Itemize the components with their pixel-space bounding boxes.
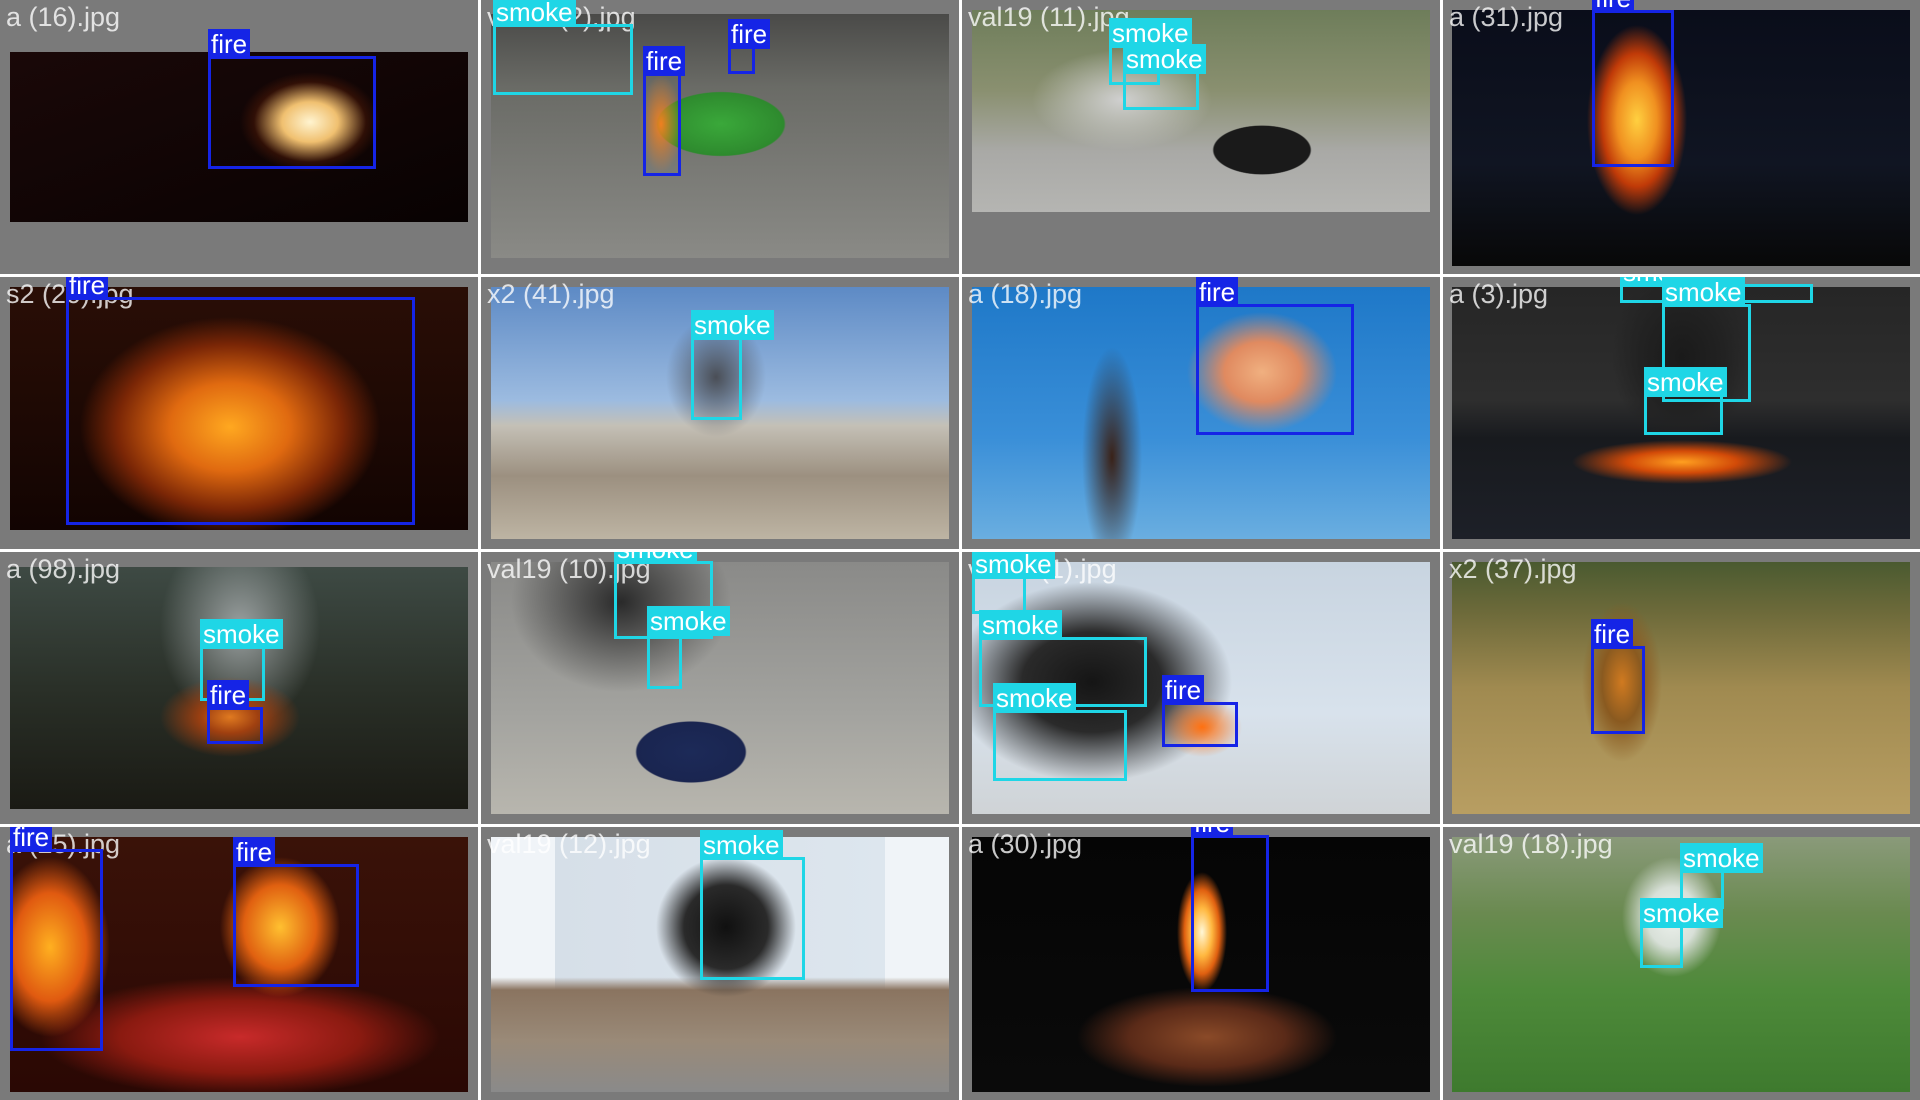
filename-label: val19 (12).jpg [487,829,651,859]
tile: val19 (18).jpg smoke smoke [1443,827,1920,1100]
box-label: smoke [972,552,1055,579]
filename-label: x2 (37).jpg [1449,554,1577,584]
smoke-box: smoke [700,830,805,980]
fire-box: fire [208,29,376,169]
fire-box: fire [10,827,103,1051]
fire-box: fire [643,46,686,176]
fire-box: fire [1191,827,1269,992]
fire-box: fire [1591,619,1645,734]
box-label: fire [66,277,109,300]
photo [1452,562,1910,814]
tile: a (30).jpg fire [962,827,1440,1100]
box-label: fire [643,46,686,76]
box-label: smoke [1123,44,1206,74]
filename-label: a (16).jpg [6,2,121,32]
fire-box: fire [207,680,263,744]
detection-grid: a (16).jpg fire val19 (2).jpg smoke fire… [0,0,1920,1100]
tile: a (98).jpg smoke fire [0,552,478,824]
filename-label: a (30).jpg [968,829,1083,859]
box-label: smoke [1640,898,1723,928]
box-label: fire [728,19,771,49]
smoke-box: smoke [1640,898,1723,968]
box-label: fire [207,680,250,710]
box-label: smoke [200,619,283,649]
smoke-box: smoke [691,310,774,420]
smoke-box: smoke [1123,44,1206,110]
fire-box: fire [1162,675,1238,747]
box-label: fire [10,827,53,852]
fire-box: fire [728,19,771,74]
smoke-box: smoke [647,606,730,689]
fire-box: fire [233,837,359,987]
box-label: fire [1196,277,1239,307]
filename-label: a (3).jpg [1449,279,1549,309]
fire-box: fire [1592,0,1674,167]
tile: a (25).jpg fire fire [0,827,478,1100]
box-label: fire [1592,0,1635,13]
box-label: smoke [614,552,697,564]
box-label: smoke [691,310,774,340]
box-label: smoke [993,683,1076,713]
smoke-box: smoke [993,683,1127,781]
filename-label: a (18).jpg [968,279,1083,309]
tile: a (31).jpg fire [1443,0,1920,274]
box-label: smoke [647,606,730,636]
box-label: smoke [979,610,1062,640]
tile: x2 (37).jpg fire [1443,552,1920,824]
box-label: fire [208,29,251,59]
tile: a (18).jpg fire [962,277,1440,549]
smoke-box: smoke [972,552,1055,614]
smoke-box: smoke [493,0,633,95]
tile: val19 (2).jpg smoke fire fire [481,0,959,274]
box-label: fire [1191,827,1234,838]
tile: a (16).jpg fire [0,0,478,274]
box-label: smoke [1680,843,1763,873]
box-label: smoke [700,830,783,860]
box-label: fire [1591,619,1634,649]
box-label: smoke [1662,277,1745,307]
tile: val19 (10).jpg smoke smoke [481,552,959,824]
box-label: fire [1162,675,1205,705]
filename-label: val19 (18).jpg [1449,829,1613,859]
photo [1452,10,1910,266]
fire-box: fire [1196,277,1354,435]
box-label: fire [233,837,276,867]
filename-label: a (31).jpg [1449,2,1564,32]
filename-label: a (98).jpg [6,554,121,584]
photo [491,562,949,814]
fire-box: fire [66,277,415,525]
filename-label: val19 (11).jpg [968,2,1130,32]
box-label: smoke [1644,367,1727,397]
box-label: smoke [493,0,576,27]
tile: s2 (20).jpg fire [0,277,478,549]
tile: val19 (11).jpg smoke smoke [962,0,1440,274]
photo [972,10,1430,212]
tile: val19 (1).jpg smoke smoke smoke fire [962,552,1440,824]
tile: a (3).jpg smoke smoke smoke [1443,277,1920,549]
filename-label: x2 (41).jpg [487,279,615,309]
tile: x2 (41).jpg smoke [481,277,959,549]
smoke-box: smoke [1644,367,1727,435]
tile: val19 (12).jpg smoke [481,827,959,1100]
